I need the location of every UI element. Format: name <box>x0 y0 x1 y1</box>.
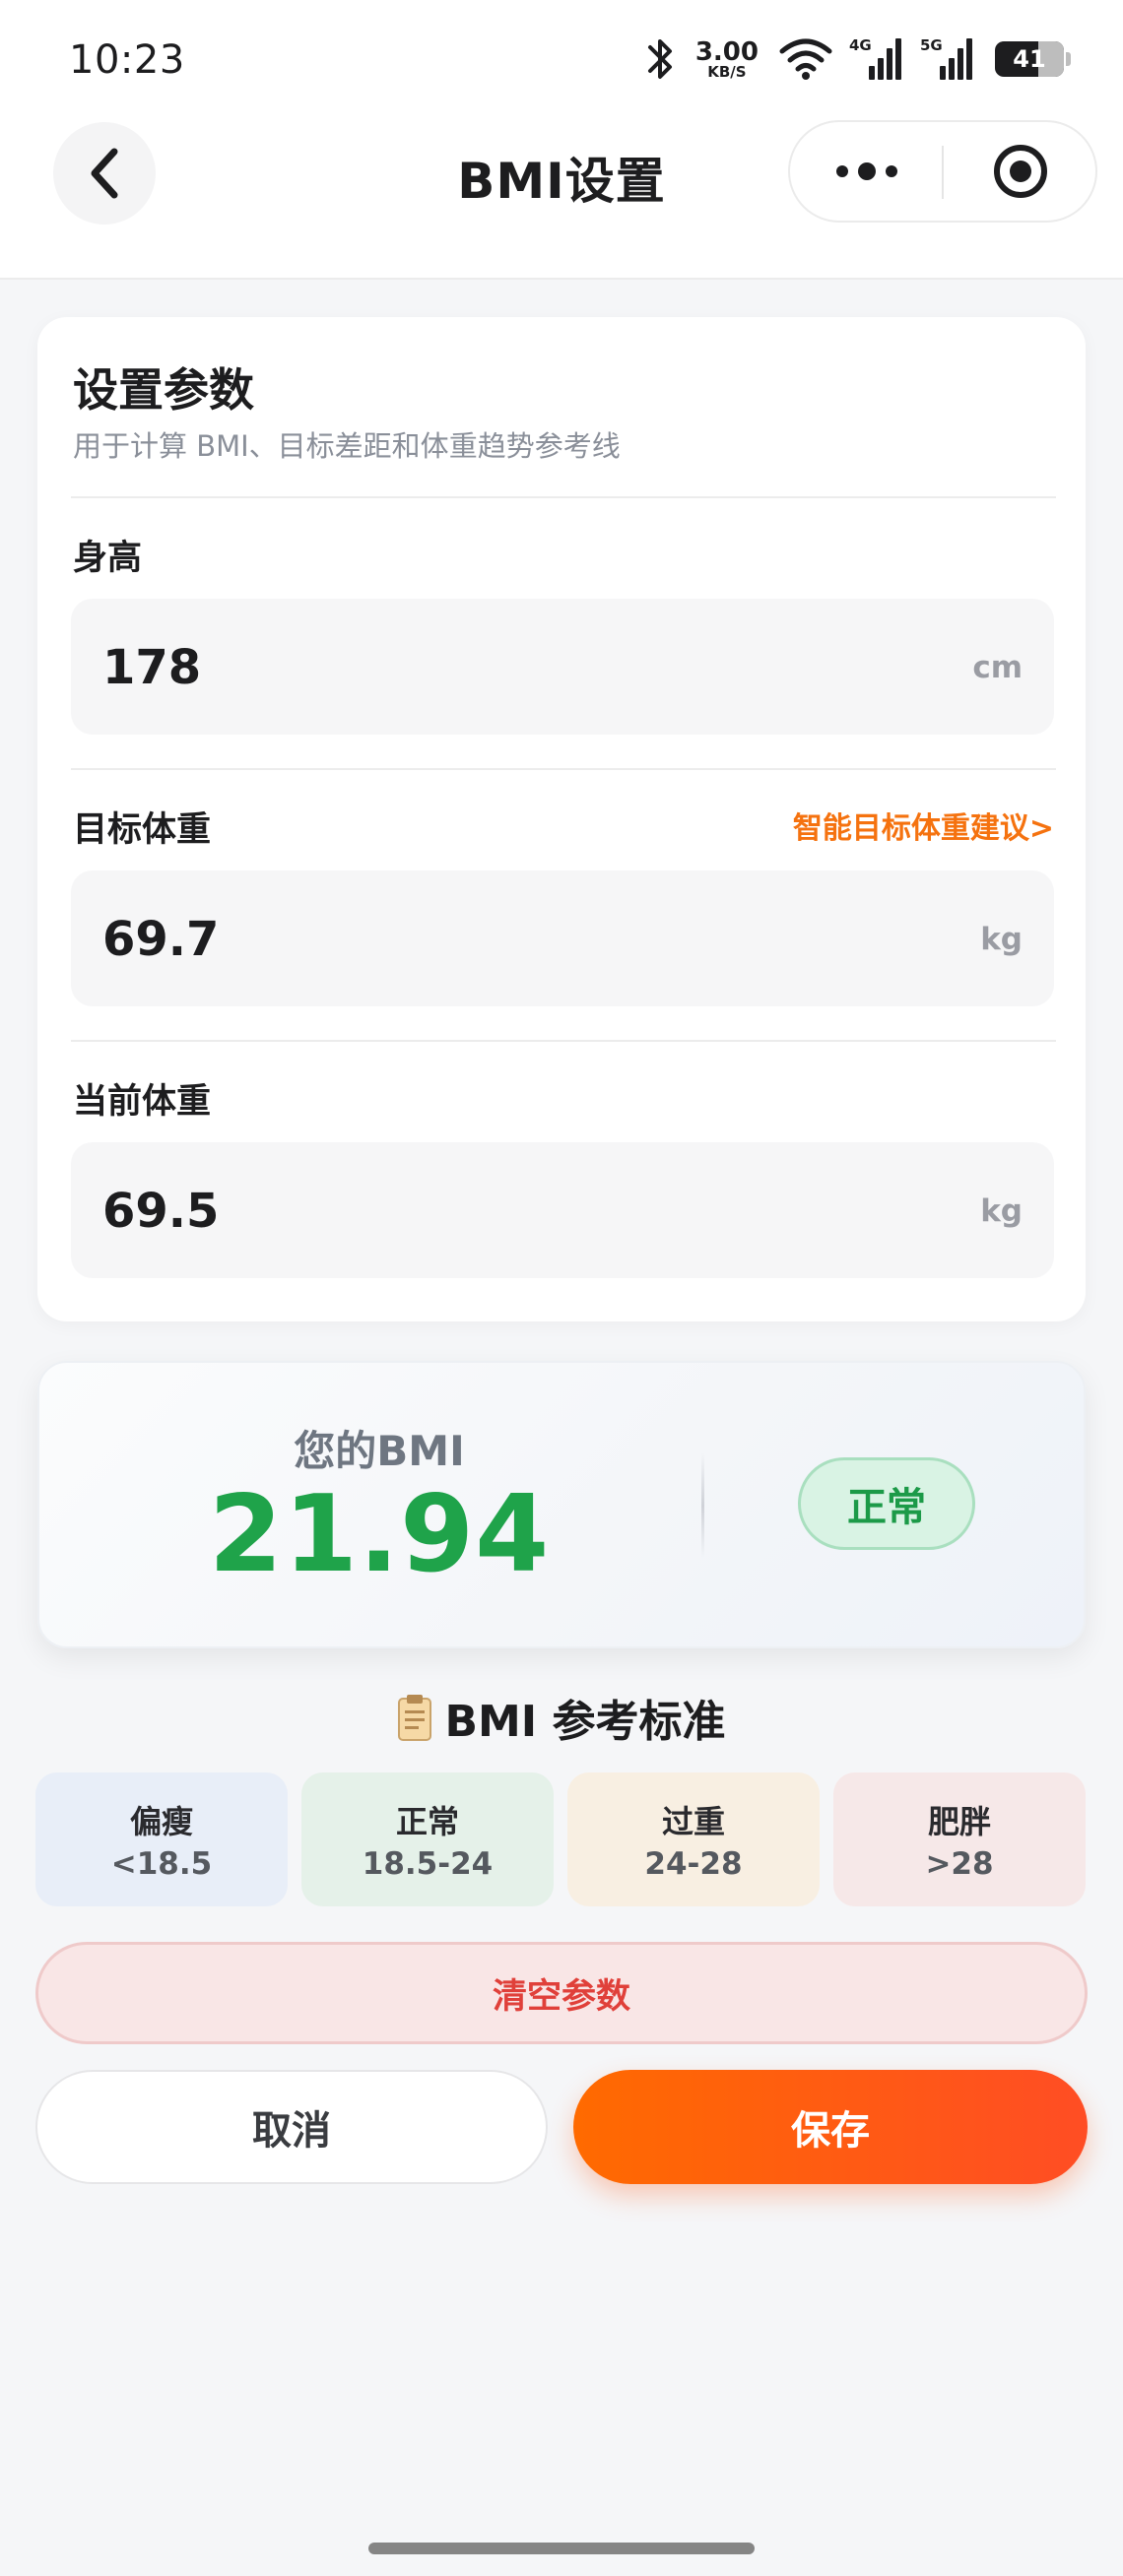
reference-obese: 肥胖 >28 <box>833 1772 1086 1906</box>
home-indicator[interactable] <box>368 2543 755 2554</box>
height-unit: cm <box>972 650 1023 685</box>
reference-overweight: 过重 24-28 <box>567 1772 820 1906</box>
network-speed: 3.00 KB/S <box>695 39 759 80</box>
more-button[interactable] <box>790 122 943 221</box>
battery-level: 41 <box>1013 45 1046 73</box>
reference-name: 肥胖 <box>927 1803 991 1840</box>
more-dots-icon <box>835 162 897 180</box>
status-bar: 10:23 3.00 KB/S 4G 5G 41 <box>0 0 1123 118</box>
wifi-icon <box>779 38 832 80</box>
settings-card: 设置参数 用于计算 BMI、目标差距和体重趋势参考线 身高 178 cm 目标体… <box>37 317 1086 1321</box>
reference-normal: 正常 18.5-24 <box>301 1772 554 1906</box>
height-input[interactable]: 178 cm <box>71 599 1054 735</box>
status-time: 10:23 <box>69 37 185 83</box>
reference-range: <18.5 <box>110 1846 213 1882</box>
reference-underweight: 偏瘦 <18.5 <box>35 1772 288 1906</box>
network-speed-unit: KB/S <box>707 62 747 81</box>
divider <box>71 496 1056 498</box>
signal-4g-icon: 4G <box>849 36 904 82</box>
reference-title: BMI 参考标准 <box>0 1686 1123 1749</box>
target-weight-value: 69.7 <box>102 912 220 967</box>
bmi-status-badge: 正常 <box>798 1457 975 1550</box>
target-weight-unit: kg <box>980 922 1023 957</box>
reference-range: 24-28 <box>644 1846 743 1882</box>
bmi-label: 您的BMI <box>294 1427 465 1475</box>
save-button[interactable]: 保存 <box>573 2070 1088 2184</box>
current-weight-label: 当前体重 <box>73 1082 212 1122</box>
nav-bar: BMI设置 <box>0 118 1123 280</box>
signal-5g-icon: 5G <box>920 36 975 82</box>
current-weight-value: 69.5 <box>102 1184 220 1239</box>
current-weight-unit: kg <box>980 1193 1023 1229</box>
smart-target-weight-link[interactable]: 智能目标体重建议> <box>793 804 1054 847</box>
target-weight-label: 目标体重 <box>73 810 212 850</box>
reference-name: 过重 <box>661 1803 725 1840</box>
miniprogram-capsule <box>788 120 1097 223</box>
reference-name: 偏瘦 <box>129 1803 193 1840</box>
network-speed-value: 3.00 <box>694 36 759 67</box>
clipboard-icon <box>398 1695 432 1741</box>
close-miniprogram-button[interactable] <box>944 122 1097 221</box>
settings-subtitle: 用于计算 BMI、目标差距和体重趋势参考线 <box>73 429 621 463</box>
height-label: 身高 <box>73 539 143 578</box>
current-weight-input[interactable]: 69.5 kg <box>71 1142 1054 1278</box>
bmi-reference-grid: 偏瘦 <18.5 正常 18.5-24 过重 24-28 肥胖 >28 <box>35 1772 1088 1908</box>
reference-range: >28 <box>925 1846 994 1882</box>
bluetooth-icon <box>647 39 672 79</box>
cancel-button[interactable]: 取消 <box>35 2070 548 2184</box>
bmi-result-card: 您的BMI 21.94 正常 <box>37 1361 1086 1648</box>
bmi-value: 21.94 <box>208 1473 551 1596</box>
reference-name: 正常 <box>395 1803 459 1840</box>
bmi-divider <box>701 1453 704 1558</box>
status-icons: 3.00 KB/S 4G 5G 41 <box>640 33 1071 85</box>
battery-icon: 41 <box>995 41 1071 77</box>
clear-params-button[interactable]: 清空参数 <box>35 1942 1088 2044</box>
divider <box>71 768 1056 770</box>
reference-title-text: BMI 参考标准 <box>444 1697 726 1747</box>
settings-title: 设置参数 <box>73 363 254 417</box>
target-circle-icon <box>994 145 1047 198</box>
target-weight-input[interactable]: 69.7 kg <box>71 870 1054 1006</box>
divider <box>71 1040 1056 1042</box>
height-value: 178 <box>102 640 202 695</box>
reference-range: 18.5-24 <box>362 1846 494 1882</box>
